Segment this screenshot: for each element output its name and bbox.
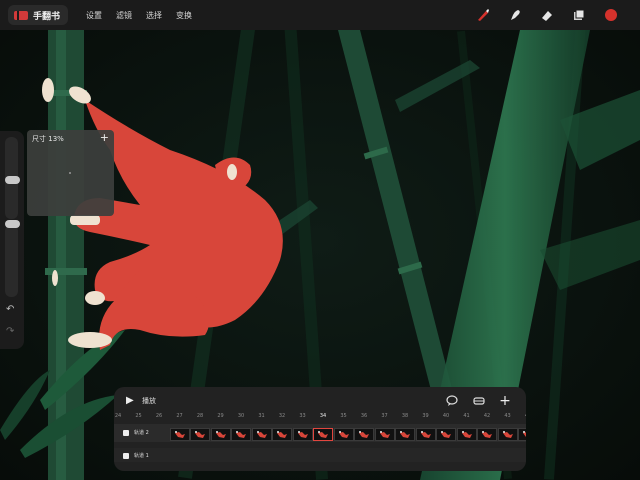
frame-thumbnail-43[interactable]: [497, 428, 518, 441]
frame-number-28: 28: [196, 413, 204, 419]
current-color-swatch: [605, 9, 617, 21]
frame-number-32: 32: [278, 413, 286, 419]
menu-filters[interactable]: 滤镜: [116, 10, 132, 21]
frame-number-24: 24: [114, 413, 122, 419]
track-2-label: 轨道 2: [134, 430, 149, 436]
frame-number-25: 25: [135, 413, 142, 419]
opacity-thumb[interactable]: [5, 220, 20, 228]
frame-number-42: 42: [483, 413, 491, 419]
onion-skin-settings-button[interactable]: [445, 394, 459, 408]
layers-icon: [574, 9, 585, 20]
brand-label: 手翻书: [33, 11, 61, 22]
play-icon: ▶: [126, 395, 134, 406]
frame-number-29: 29: [217, 413, 224, 419]
frame-thumbnail-39[interactable]: [415, 428, 436, 441]
frame-thumbnail-34[interactable]: [313, 428, 333, 441]
frame-number-34: 34: [319, 413, 327, 419]
tool-group: [460, 6, 620, 24]
frame-number-40: 40: [442, 413, 450, 419]
brush-size-thumb[interactable]: [5, 176, 20, 184]
frame-thumbnail-33[interactable]: [292, 428, 313, 441]
frame-number-37: 37: [381, 413, 388, 419]
speech-bubble-icon: [446, 395, 458, 406]
frame-number-41: 41: [463, 413, 470, 419]
eraser-icon: [542, 11, 552, 21]
smudge-icon: [511, 10, 520, 20]
frame-number-31: 31: [258, 413, 265, 419]
opacity-slider[interactable]: [5, 225, 18, 297]
redo-icon: ↷: [6, 326, 15, 337]
gallery-button[interactable]: 手翻书: [8, 5, 69, 25]
frame-number-44: 44: [518, 413, 526, 419]
layers-button[interactable]: [570, 6, 588, 24]
size-label: 尺寸: [32, 135, 46, 143]
frame-thumbnail-28[interactable]: [190, 428, 210, 441]
menu-transform[interactable]: 变换: [176, 10, 192, 21]
animation-assist-panel: ▶ 播放 + 24 25 26 27 28 29 30 31 32 33 34 35 36 37 38 39 4…: [114, 387, 526, 471]
frame-ruler: 24 25 26 27 28 29 30 31 32 33 34 35 36 37 38 39 40 41 42 43…: [114, 413, 526, 421]
brush-preview-dot: [69, 172, 71, 174]
track-1-checkbox[interactable]: [123, 452, 129, 459]
redo-button[interactable]: ↷: [6, 326, 14, 337]
undo-button[interactable]: ↶: [6, 304, 14, 315]
menu-select[interactable]: 选择: [146, 10, 162, 21]
frame-thumbnail-40[interactable]: [436, 428, 456, 441]
smudge-tool-button[interactable]: [506, 6, 524, 24]
frame-thumbnail-37[interactable]: [374, 428, 395, 441]
frame-thumbnail-41[interactable]: [456, 428, 477, 441]
film-icon: [473, 397, 485, 405]
brush-tool-button[interactable]: [474, 6, 492, 24]
frame-number-26: 26: [155, 413, 163, 419]
frame-thumbnail-42[interactable]: [477, 428, 497, 441]
frame-number-36: 36: [360, 413, 368, 419]
color-picker-button[interactable]: [602, 6, 620, 24]
frame-thumbnail-30[interactable]: [231, 428, 251, 441]
plus-icon: +: [99, 131, 109, 144]
brush-size-readout: 尺寸 13%: [32, 134, 64, 144]
frame-number-38: 38: [401, 413, 409, 419]
play-button[interactable]: ▶: [126, 395, 134, 406]
plus-icon: +: [499, 393, 511, 409]
track-1-label: 轨道 1: [134, 453, 149, 459]
side-sliders-panel: ↶ ↷: [0, 131, 24, 349]
frame-thumbnail-29[interactable]: [210, 428, 231, 441]
track-2-header[interactable]: 轨道 2: [123, 429, 149, 436]
frame-thumbnail-32[interactable]: [272, 428, 292, 441]
menu-settings[interactable]: 设置: [86, 10, 102, 21]
brush-size-popup: 尺寸 13% +: [27, 130, 114, 216]
frame-number-30: 30: [237, 413, 245, 419]
frame-thumbnail-27[interactable]: [169, 428, 190, 441]
frame-number-27: 27: [176, 413, 183, 419]
eraser-tool-button[interactable]: [538, 6, 556, 24]
frame-number-33: 33: [299, 413, 306, 419]
frame-thumbnail-44[interactable]: [518, 428, 526, 441]
frame-thumbnail-35[interactable]: [333, 428, 354, 441]
play-label: 播放: [142, 397, 156, 405]
frame-thumbnail-36[interactable]: [354, 428, 374, 441]
size-value: 13%: [48, 135, 64, 143]
top-toolbar: 手翻书 设置 滤镜 选择 变换: [0, 0, 640, 30]
brush-icon: [478, 9, 489, 21]
frame-number-39: 39: [422, 413, 429, 419]
flipbook-logo-icon: [14, 10, 28, 20]
frame-thumbnail-38[interactable]: [395, 428, 415, 441]
track-1-row[interactable]: 轨道 1: [114, 448, 526, 462]
add-size-preset-button[interactable]: +: [100, 131, 109, 144]
undo-icon: ↶: [6, 304, 15, 315]
frame-number-43: 43: [504, 413, 511, 419]
frame-number-35: 35: [340, 413, 347, 419]
track-1-header[interactable]: 轨道 1: [123, 452, 149, 459]
add-frame-button[interactable]: +: [498, 393, 512, 409]
track-2-checkbox[interactable]: [123, 429, 129, 436]
frame-thumbnail-31[interactable]: [251, 428, 272, 441]
frame-settings-button[interactable]: [472, 394, 486, 408]
